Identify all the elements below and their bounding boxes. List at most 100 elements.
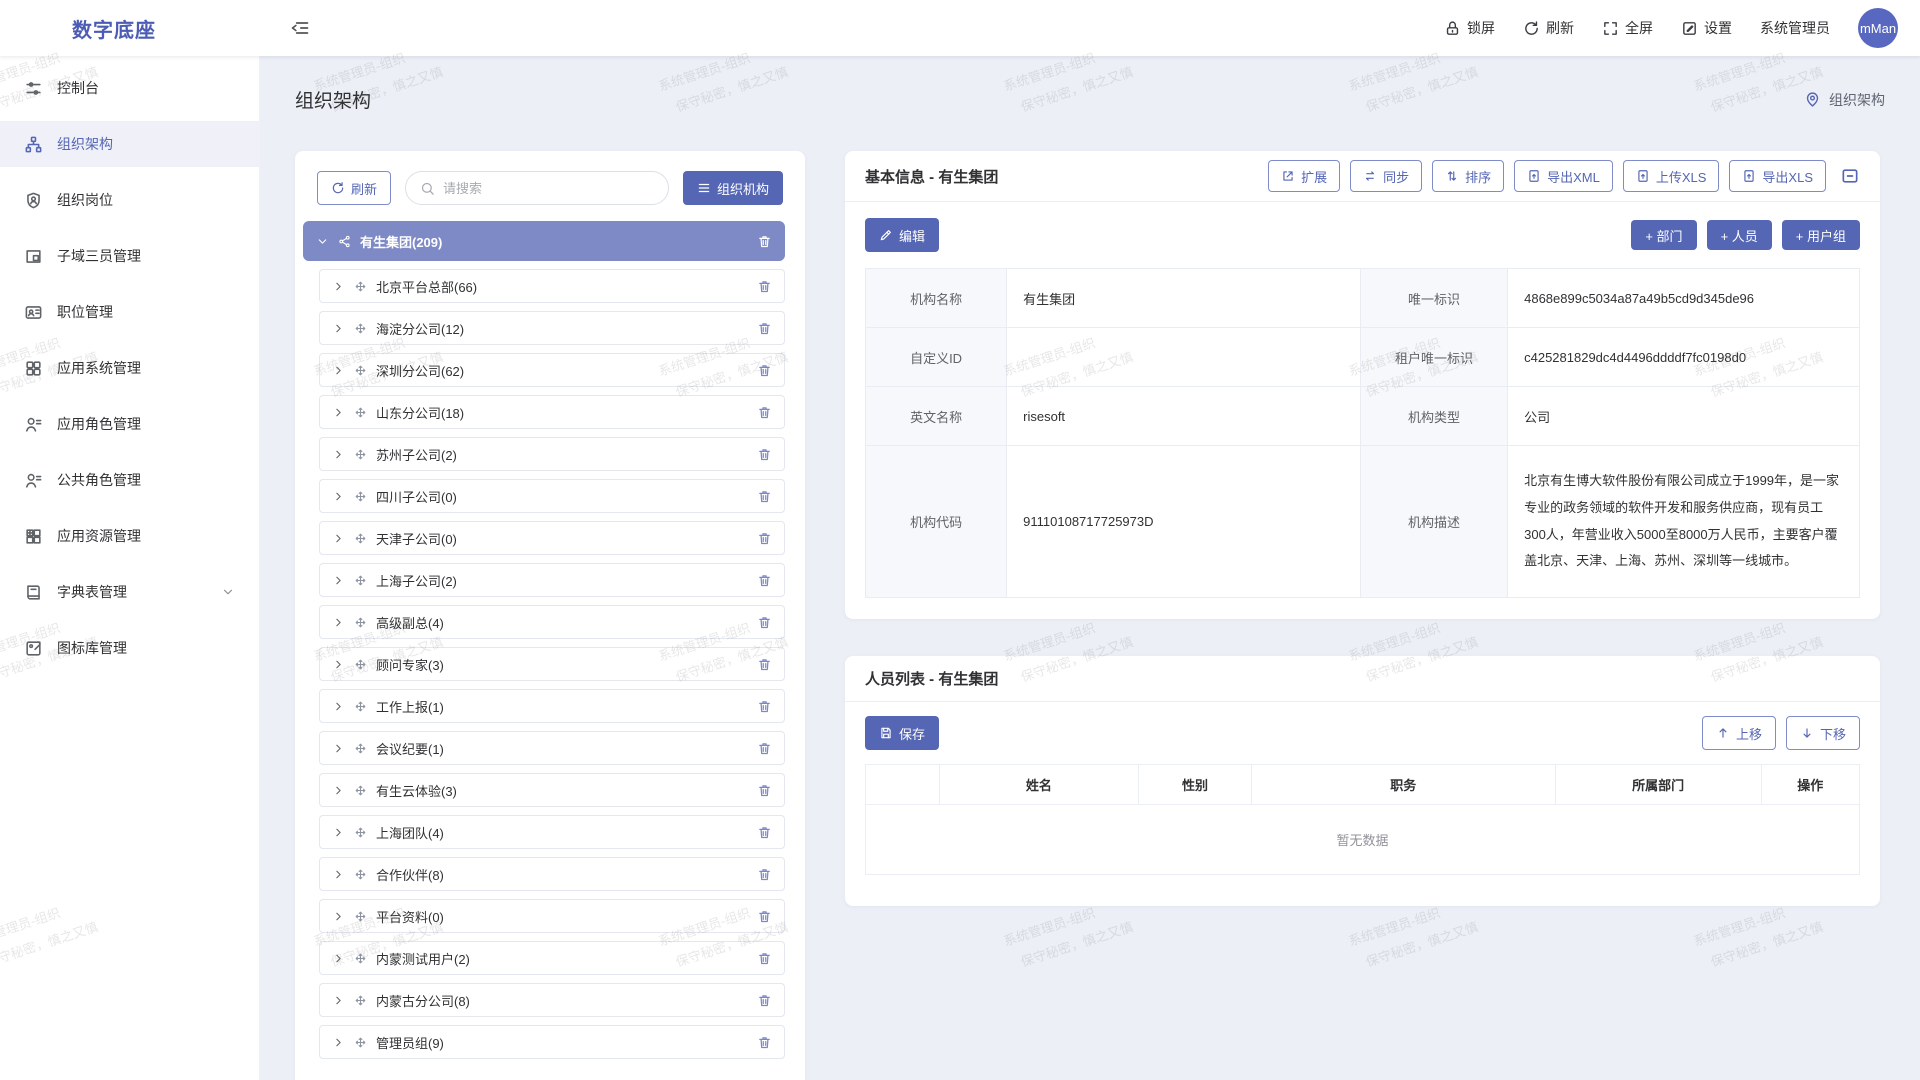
toolbar-button-label: 上传XLS	[1656, 167, 1707, 186]
avatar[interactable]: mMan	[1858, 8, 1898, 48]
move-up-button[interactable]: 上移	[1702, 716, 1776, 750]
sidebar-item-6[interactable]: 应用系统管理	[0, 345, 259, 391]
trash-icon	[757, 531, 772, 546]
toolbar-button-1[interactable]: 扩展	[1268, 160, 1340, 192]
tree-node[interactable]: 苏州子公司(2)	[319, 437, 785, 471]
header-action-label: 设置	[1704, 18, 1732, 38]
field-value: 北京有生博大软件股份有限公司成立于1999年，是一家专业的政务领域的软件开发和服…	[1508, 446, 1860, 598]
tree-node[interactable]: 北京平台总部(66)	[319, 269, 785, 303]
tree-node[interactable]: 四川子公司(0)	[319, 479, 785, 513]
sidebar-item-7[interactable]: 应用角色管理	[0, 401, 259, 447]
toolbar-button-label: 同步	[1383, 167, 1409, 186]
sidebar-item-2[interactable]: 组织架构	[0, 121, 259, 167]
tree-node[interactable]: 内蒙古分公司(8)	[319, 983, 785, 1017]
move-down-button[interactable]: 下移	[1786, 716, 1860, 750]
current-user-name[interactable]: 系统管理员	[1760, 18, 1830, 38]
edit-button[interactable]: 编辑	[865, 218, 939, 252]
add-button-3[interactable]: + 用户组	[1782, 220, 1860, 250]
trash-icon	[757, 825, 772, 840]
toolbar-button-3[interactable]: 排序	[1432, 160, 1504, 192]
tree-node[interactable]: 有生云体验(3)	[319, 773, 785, 807]
toolbar-button-5[interactable]: 上传XLS	[1623, 160, 1720, 192]
field-value: 公司	[1508, 387, 1860, 446]
field-value: c425281829dc4d4496ddddf7fc0198d0	[1508, 328, 1860, 387]
chevron-right-icon	[332, 406, 345, 419]
org-structure-button[interactable]: 组织机构	[683, 171, 783, 205]
refresh-tree-button[interactable]: 刷新	[317, 171, 391, 205]
org-post-icon	[24, 191, 43, 210]
sidebar-item-11[interactable]: 图标库管理	[0, 625, 259, 671]
tree-search-input[interactable]	[443, 181, 654, 196]
menu-icon	[697, 181, 711, 195]
header-action-2[interactable]: 刷新	[1523, 18, 1574, 38]
chevron-right-icon	[332, 910, 345, 923]
tree-node[interactable]: 上海子公司(2)	[319, 563, 785, 597]
tree-node-label: 平台资料(0)	[376, 907, 444, 926]
icon-library-icon	[24, 639, 43, 658]
sidebar-item-label: 图标库管理	[57, 638, 127, 658]
tree-node[interactable]: 管理员组(9)	[319, 1025, 785, 1059]
basic-info-actions: 编辑 + 部门 + 人员 + 用户组	[845, 202, 1880, 252]
tree-node[interactable]: 顾问专家(3)	[319, 647, 785, 681]
toolbar-button-2[interactable]: 同步	[1350, 160, 1422, 192]
pencil-icon	[879, 228, 893, 242]
tree-node[interactable]: 天津子公司(0)	[319, 521, 785, 555]
tree-node-label: 高级副总(4)	[376, 613, 444, 632]
toolbar-button-label: 扩展	[1301, 167, 1327, 186]
doc-arrow-icon	[1742, 169, 1756, 183]
tree-node[interactable]: 合作伙伴(8)	[319, 857, 785, 891]
position-icon	[24, 303, 43, 322]
tree-node[interactable]: 平台资料(0)	[319, 899, 785, 933]
drag-icon	[354, 532, 367, 545]
tree-node[interactable]: 会议纪要(1)	[319, 731, 785, 765]
refresh-icon	[331, 181, 345, 195]
sidebar-item-4[interactable]: 子域三员管理	[0, 233, 259, 279]
add-button-1[interactable]: + 部门	[1631, 220, 1696, 250]
toolbar-button-label: 导出XLS	[1762, 167, 1813, 186]
person-list-header: 人员列表 - 有生集团	[845, 656, 1880, 702]
page-head: 组织架构 组织架构	[295, 86, 1885, 113]
sidebar-item-5[interactable]: 职位管理	[0, 289, 259, 335]
tree-node[interactable]: 工作上报(1)	[319, 689, 785, 723]
tree-node[interactable]: 海淀分公司(12)	[319, 311, 785, 345]
trash-icon	[757, 741, 772, 756]
public-role-icon	[24, 471, 43, 490]
drag-icon	[354, 364, 367, 377]
save-icon	[879, 726, 893, 740]
sidebar-item-label: 职位管理	[57, 302, 113, 322]
arrow-up-icon	[1716, 726, 1730, 740]
save-button[interactable]: 保存	[865, 716, 939, 750]
header-actions: 锁屏 刷新 全屏 设置 系统管理员 mMan	[1444, 8, 1920, 48]
tree-node[interactable]: 上海团队(4)	[319, 815, 785, 849]
tree-node[interactable]: 内蒙测试用户(2)	[319, 941, 785, 975]
header-action-3[interactable]: 全屏	[1602, 18, 1653, 38]
dictionary-icon	[24, 583, 43, 602]
header-action-4[interactable]: 设置	[1681, 18, 1732, 38]
sidebar-item-8[interactable]: 公共角色管理	[0, 457, 259, 503]
sidebar-item-3[interactable]: 组织岗位	[0, 177, 259, 223]
sidebar-fold-icon[interactable]	[290, 18, 310, 38]
toolbar-button-4[interactable]: 导出XML	[1514, 160, 1613, 192]
tree-root-node[interactable]: 有生集团(209)	[303, 221, 785, 261]
sidebar-item-9[interactable]: 应用资源管理	[0, 513, 259, 559]
tree-search	[405, 171, 669, 205]
basic-info-title: 基本信息 - 有生集团	[865, 166, 998, 187]
tree-node[interactable]: 深圳分公司(62)	[319, 353, 785, 387]
tree-node[interactable]: 山东分公司(18)	[319, 395, 785, 429]
toolbar-button-6[interactable]: 导出XLS	[1729, 160, 1826, 192]
add-button-2[interactable]: + 人员	[1707, 220, 1772, 250]
sidebar-item-10[interactable]: 字典表管理	[0, 569, 259, 615]
drag-icon	[354, 658, 367, 671]
field-value: risesoft	[1007, 387, 1361, 446]
collapse-minus-icon[interactable]	[1840, 166, 1860, 186]
person-col-header: 职务	[1251, 765, 1555, 805]
person-list-panel: 人员列表 - 有生集团 保存 上移	[845, 656, 1880, 906]
tree-node-label: 顾问专家(3)	[376, 655, 444, 674]
location-pin-icon	[1804, 91, 1821, 108]
header-action-1[interactable]: 锁屏	[1444, 18, 1495, 38]
sidebar-item-1[interactable]: 控制台	[0, 65, 259, 111]
tree-node-label: 内蒙古分公司(8)	[376, 991, 470, 1010]
doc-arrow-icon	[1527, 169, 1541, 183]
person-col-header: 性别	[1139, 765, 1251, 805]
tree-node[interactable]: 高级副总(4)	[319, 605, 785, 639]
